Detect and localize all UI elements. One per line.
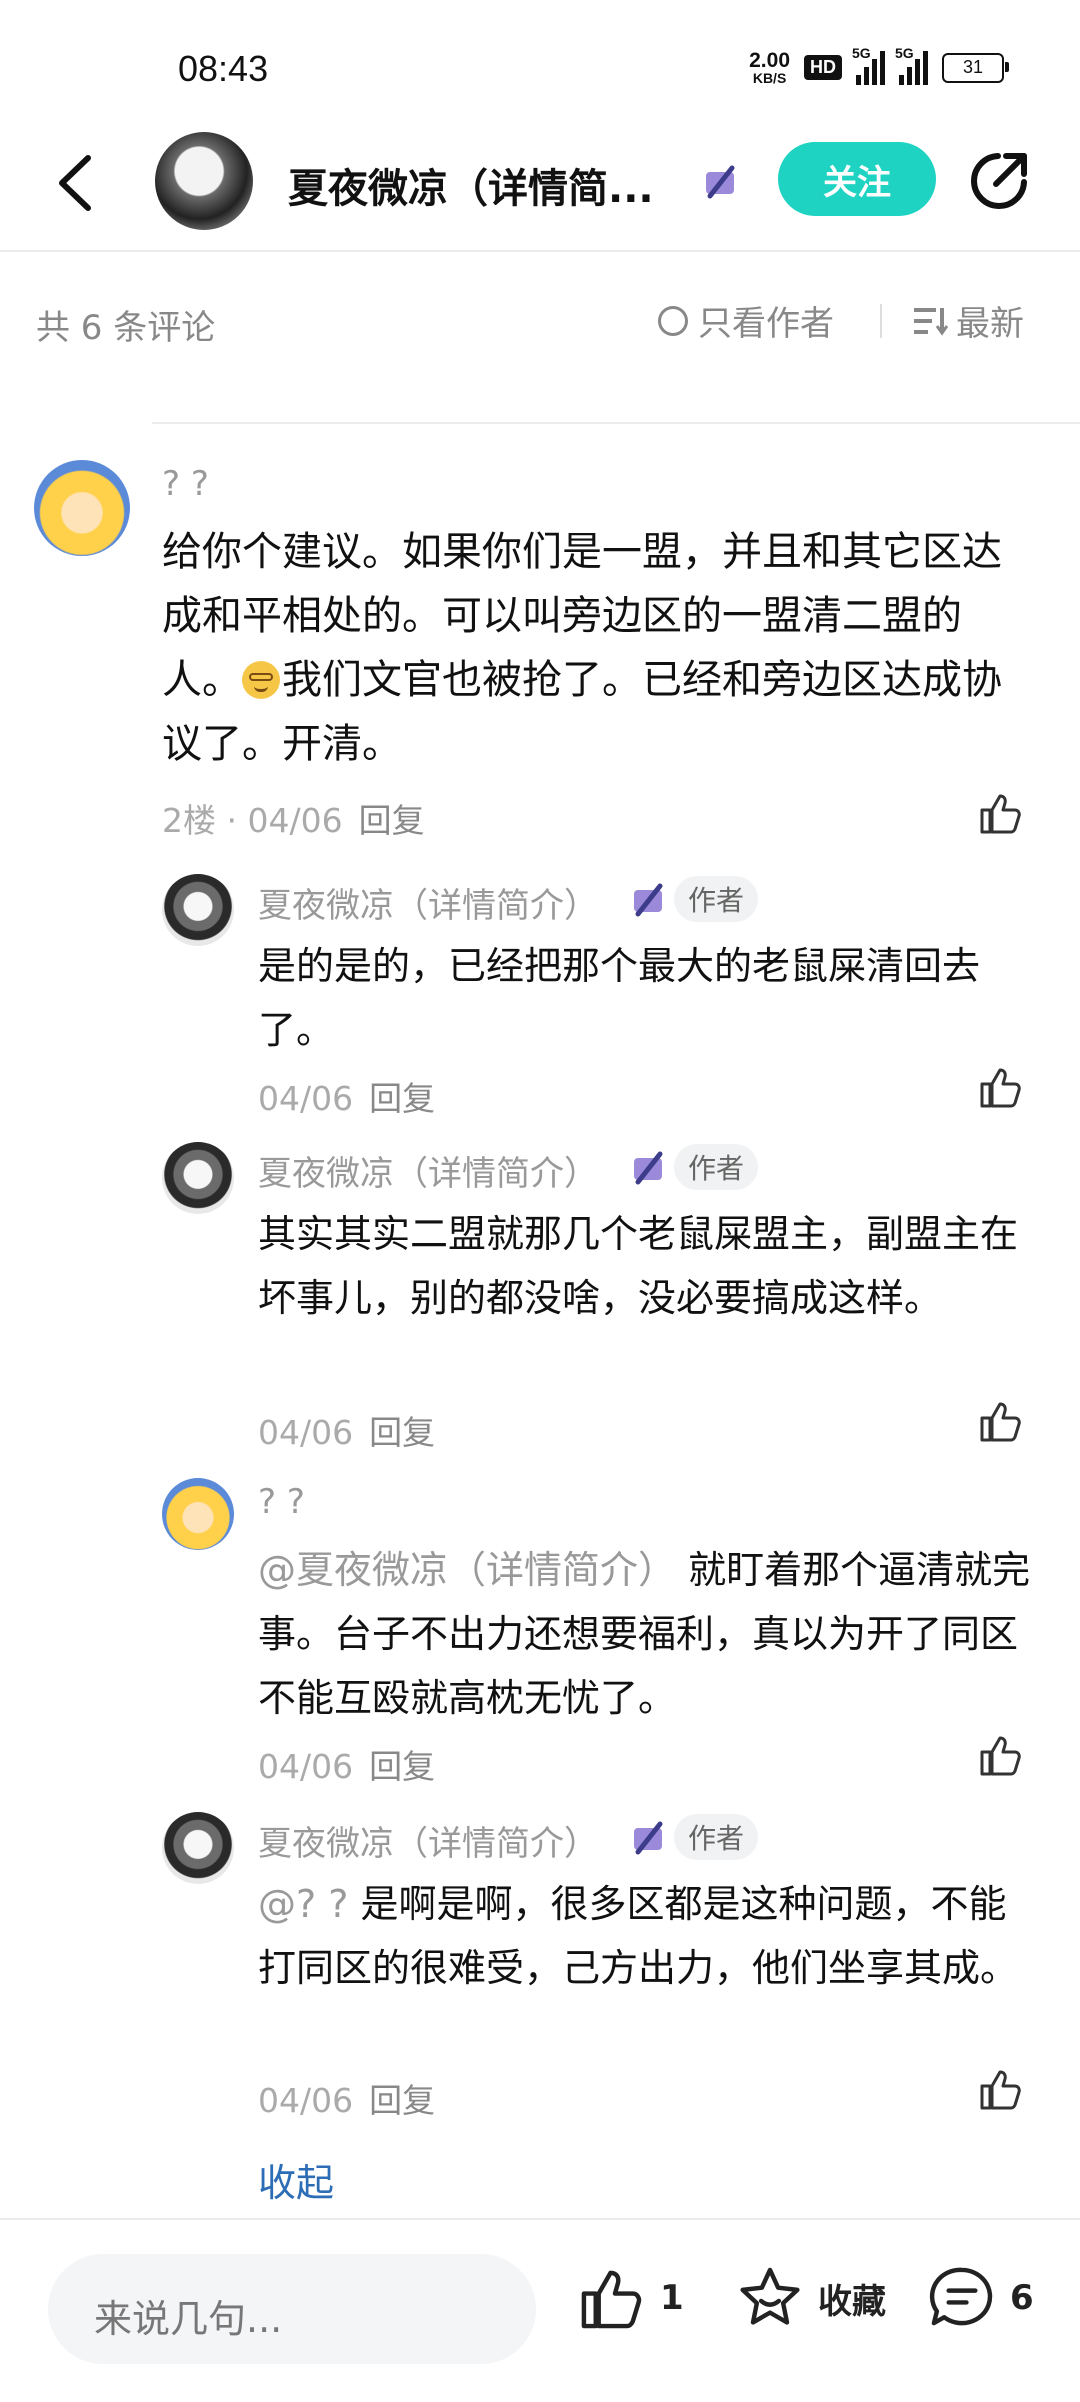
sort-toggle[interactable]: 最新 xyxy=(912,296,1024,345)
back-arrow-icon[interactable] xyxy=(48,148,108,218)
comment-input-placeholder: 来说几句... xyxy=(94,2297,283,2341)
like-icon[interactable] xyxy=(978,1398,1024,1444)
reply-button[interactable]: 回复 xyxy=(369,2081,435,2120)
status-bar: 08:43 2.00 KB/S HD 5G 5G 31 xyxy=(0,0,1080,120)
signal-5g-icon: 5G xyxy=(852,45,885,85)
only-author-label: 只看作者 xyxy=(698,304,834,344)
comment-input[interactable]: 来说几句... xyxy=(48,2254,536,2364)
cool-face-emoji-icon xyxy=(242,661,280,699)
bottom-action-bar: 来说几句... 1 收藏 6 xyxy=(0,2218,1080,2402)
reply-author-name[interactable]: 夏夜微凉（详情简介） xyxy=(258,1816,598,1865)
like-post-button[interactable]: 1 xyxy=(578,2264,684,2332)
reply-avatar[interactable] xyxy=(162,874,234,946)
signal-5g-label-2: 5G xyxy=(895,44,914,61)
battery-icon: 31 xyxy=(942,52,1009,83)
reply-author-name[interactable]: 夏夜微凉（详情简介） xyxy=(258,878,598,927)
commenter-name[interactable]: ? ? xyxy=(162,464,209,504)
like-count: 1 xyxy=(660,2278,684,2318)
network-speed: 2.00 KB/S xyxy=(749,50,790,85)
reply-text-body: 其实其实二盟就那几个老鼠屎盟主，副盟主在坏事儿，别的都没啥，没必要搞成这样。 xyxy=(258,1212,1019,1320)
share-icon[interactable] xyxy=(966,148,1032,214)
favorite-button[interactable]: 收藏 xyxy=(736,2264,886,2332)
reply-text-body: 是的是的，已经把那个最大的老鼠屎清回去了。 xyxy=(258,944,981,1052)
collapse-replies-link[interactable]: 收起 xyxy=(258,2152,334,2207)
battery-level: 31 xyxy=(962,57,984,77)
reply-avatar[interactable] xyxy=(162,1812,234,1884)
status-time: 08:43 xyxy=(178,48,269,89)
top-nav: 夏夜微凉（详情简... 关注 xyxy=(0,120,1080,252)
divider-line xyxy=(152,422,1080,424)
like-icon[interactable] xyxy=(978,1732,1024,1778)
creator-pen-icon xyxy=(706,165,735,199)
comment-bubble-icon xyxy=(929,2267,993,2326)
reply-meta: 04/06 回复 xyxy=(258,1072,435,1120)
reply-text: 其实其实二盟就那几个老鼠屎盟主，副盟主在坏事儿，别的都没啥，没必要搞成这样。 xyxy=(258,1202,1028,1330)
reply-button[interactable]: 回复 xyxy=(369,1079,435,1118)
thumbs-up-icon xyxy=(581,2270,642,2329)
comment-meta: 2楼 · 04/06 回复 xyxy=(162,794,425,842)
author-tag: 作者 xyxy=(674,876,759,922)
comment-text: 给你个建议。如果你们是一盟，并且和其它区达成和平相处的。可以叫旁边区的一盟清二盟… xyxy=(162,520,1032,776)
signal-5g-icon-2: 5G xyxy=(895,45,928,85)
like-icon[interactable] xyxy=(978,790,1024,836)
radio-circle-icon xyxy=(658,305,688,336)
creator-pen-icon xyxy=(634,1821,663,1855)
divider xyxy=(880,304,882,338)
author-tag: 作者 xyxy=(674,1144,759,1190)
reply-date: 04/06 xyxy=(258,1079,354,1118)
comment-floor-date: 2楼 · 04/06 xyxy=(162,801,343,840)
comment-filter-bar: 共 6 条评论 只看作者 最新 xyxy=(0,252,1080,402)
author-name[interactable]: 夏夜微凉（详情简... xyxy=(288,156,658,214)
reply-text-body: 是啊是啊，很多区都是这种问题，不能打同区的很难受，己方出力，他们坐享其成。 xyxy=(258,1882,1019,1990)
reply-mention[interactable]: @? ? xyxy=(258,1882,361,1926)
hd-icon: HD xyxy=(804,55,842,80)
reply-button[interactable]: 回复 xyxy=(369,1747,435,1786)
reply-text: @? ? 是啊是啊，很多区都是这种问题，不能打同区的很难受，己方出力，他们坐享其… xyxy=(258,1872,1028,2000)
network-speed-unit: KB/S xyxy=(752,70,787,86)
like-icon[interactable] xyxy=(978,2066,1024,2112)
favorite-label: 收藏 xyxy=(818,2281,886,2322)
reply-author-name[interactable]: 夏夜微凉（详情简介） xyxy=(258,1146,598,1195)
like-icon[interactable] xyxy=(978,1064,1024,1110)
reply-meta: 04/06 回复 xyxy=(258,2074,435,2122)
reply-mention[interactable]: @夏夜微凉（详情简介） xyxy=(258,1548,688,1592)
creator-pen-icon xyxy=(634,883,663,917)
reply-button[interactable]: 回复 xyxy=(369,1413,435,1452)
status-icons: 2.00 KB/S HD 5G 5G 31 xyxy=(749,45,1009,85)
reply-avatar[interactable] xyxy=(162,1478,234,1550)
sort-label: 最新 xyxy=(956,304,1024,344)
creator-pen-icon xyxy=(634,1151,663,1185)
comment-text-part-2: 我们文官也被抢了。已经和旁边区达成协议了。开清。 xyxy=(162,657,1002,767)
star-icon xyxy=(740,2267,800,2325)
reply-date: 04/06 xyxy=(258,1747,354,1786)
reply-date: 04/06 xyxy=(258,2081,354,2120)
reply-text: @夏夜微凉（详情简介） 就盯着那个逼清就完事。台子不出力还想要福利，真以为开了同… xyxy=(258,1538,1038,1730)
signal-5g-label: 5G xyxy=(852,44,871,61)
reply-author-name[interactable]: ? ? xyxy=(258,1482,305,1522)
reply-avatar[interactable] xyxy=(162,1142,234,1214)
comments-button[interactable]: 6 xyxy=(928,2264,1034,2332)
reply-meta: 04/06 回复 xyxy=(258,1740,435,1788)
comment-count: 6 xyxy=(1010,2278,1034,2318)
reply-button[interactable]: 回复 xyxy=(359,801,425,840)
only-author-toggle[interactable]: 只看作者 xyxy=(658,296,834,345)
reply-meta: 04/06 回复 xyxy=(258,1406,435,1454)
reply-text: 是的是的，已经把那个最大的老鼠屎清回去了。 xyxy=(258,934,1028,1062)
author-avatar[interactable] xyxy=(155,132,253,230)
commenter-avatar[interactable] xyxy=(34,460,130,556)
reply-date: 04/06 xyxy=(258,1413,354,1452)
sort-lines-icon xyxy=(914,307,948,336)
author-tag: 作者 xyxy=(674,1814,759,1860)
network-speed-value: 2.00 xyxy=(749,49,790,72)
comment-count-label: 共 6 条评论 xyxy=(36,308,216,348)
follow-button[interactable]: 关注 xyxy=(778,142,936,216)
